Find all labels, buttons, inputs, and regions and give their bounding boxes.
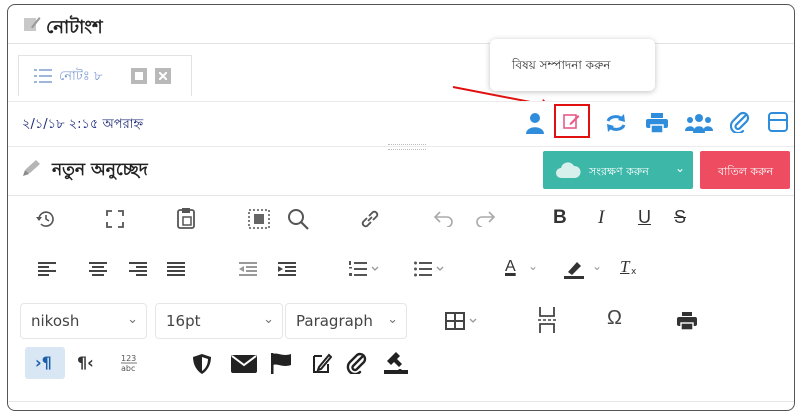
tab-close-icon[interactable]: [155, 68, 171, 84]
cancel-label: বাতিল করুন: [718, 165, 774, 178]
rtl-icon[interactable]: ¶‹: [77, 353, 94, 372]
italic-button[interactable]: I: [598, 207, 604, 229]
users-icon[interactable]: [684, 111, 714, 135]
ltr-icon: ›¶: [35, 353, 52, 372]
font-family-value: nikosh: [31, 312, 80, 330]
panel-icon[interactable]: [766, 109, 790, 135]
font-color-chevron-icon[interactable]: ⌄: [528, 259, 538, 273]
tab-label: নোটঃ ৮: [59, 69, 103, 84]
link-icon[interactable]: [356, 205, 384, 233]
paste-icon[interactable]: [174, 205, 198, 231]
window-title: নোটাংশ: [46, 17, 103, 38]
cancel-button[interactable]: বাতিল করুন: [700, 151, 790, 189]
spellcheck-icon[interactable]: 123 abc: [118, 351, 142, 375]
strikethrough-button[interactable]: S: [674, 207, 686, 228]
fullscreen-icon[interactable]: [103, 207, 127, 231]
bold-button[interactable]: B: [553, 207, 567, 229]
align-left-icon[interactable]: [36, 260, 58, 278]
outdent-icon[interactable]: [237, 260, 259, 278]
paragraph-title: নতুন অনুচ্ছেদ: [52, 160, 148, 180]
paperclip-icon[interactable]: [344, 351, 370, 375]
note-icon: [22, 14, 42, 34]
align-right-icon[interactable]: [127, 260, 149, 278]
timestamp: ২/১/১৮ ২:১৫ অপরাহ্ন: [22, 117, 144, 132]
attachment-icon[interactable]: [728, 109, 752, 135]
chevron-down-icon: ⌄: [263, 312, 274, 327]
align-justify-icon[interactable]: [165, 260, 187, 278]
title-bar: [8, 5, 794, 44]
note-window: নোটাংশ নোটঃ ৮ বিষয় সম্পাদনা করুন ২/১/১৮…: [7, 4, 795, 411]
font-family-select[interactable]: nikosh ⌄: [20, 303, 147, 339]
list-icon: [33, 67, 53, 85]
clear-format-sub: x: [631, 267, 637, 277]
search-icon[interactable]: [284, 205, 312, 233]
tab-square-icon[interactable]: [131, 68, 147, 84]
edit-subject-button[interactable]: [554, 104, 590, 138]
edit-note-icon[interactable]: [308, 351, 334, 375]
save-label: সংরক্ষণ করুন: [589, 165, 649, 178]
font-size-select[interactable]: 16pt ⌄: [155, 303, 283, 339]
ltr-button[interactable]: ›¶: [25, 347, 65, 379]
highlight-icon[interactable]: [562, 257, 586, 281]
table-icon[interactable]: [443, 309, 485, 333]
edit-icon: [563, 112, 581, 130]
omega-icon[interactable]: Ω: [607, 307, 622, 330]
tab-note[interactable]: নোটঃ ৮: [18, 55, 192, 96]
user-icon[interactable]: [523, 110, 547, 136]
font-size-value: 16pt: [166, 312, 201, 330]
align-center-icon[interactable]: [87, 260, 109, 278]
numbered-list-icon[interactable]: [348, 258, 382, 280]
block-format-select[interactable]: Paragraph ⌄: [285, 303, 407, 339]
pen-icon: [20, 157, 44, 179]
print-icon[interactable]: [674, 309, 700, 333]
history-icon[interactable]: [32, 207, 60, 231]
cloud-icon: [555, 159, 581, 181]
svg-text:abc: abc: [121, 364, 135, 373]
tooltip-text: বিষয় সম্পাদনা করুন: [512, 58, 611, 72]
clear-format-button[interactable]: T: [620, 257, 629, 277]
svg-text:123: 123: [121, 354, 136, 363]
redo-icon[interactable]: [474, 207, 498, 231]
shield-icon[interactable]: [190, 351, 214, 377]
select-all-icon[interactable]: [246, 207, 272, 231]
flag-icon[interactable]: [268, 351, 294, 375]
sync-icon[interactable]: [604, 111, 628, 135]
font-color-button[interactable]: A: [505, 258, 516, 276]
stamp-icon[interactable]: [382, 349, 410, 377]
block-format-value: Paragraph: [296, 312, 373, 330]
resize-handle[interactable]: [388, 144, 426, 150]
highlight-chevron-icon[interactable]: ⌄: [592, 259, 602, 273]
chevron-down-icon: ⌄: [387, 312, 398, 327]
underline-button[interactable]: U: [638, 207, 651, 228]
save-button[interactable]: সংরক্ষণ করুন ⌄: [543, 151, 693, 189]
mail-icon[interactable]: [230, 353, 258, 375]
indent-icon[interactable]: [276, 260, 298, 278]
page-break-icon[interactable]: [535, 305, 559, 335]
chevron-down-icon: ⌄: [127, 312, 138, 327]
bullet-list-icon[interactable]: [413, 258, 447, 280]
chevron-down-icon: ⌄: [675, 161, 686, 175]
undo-icon[interactable]: [431, 207, 455, 231]
print-icon[interactable]: [644, 111, 670, 135]
